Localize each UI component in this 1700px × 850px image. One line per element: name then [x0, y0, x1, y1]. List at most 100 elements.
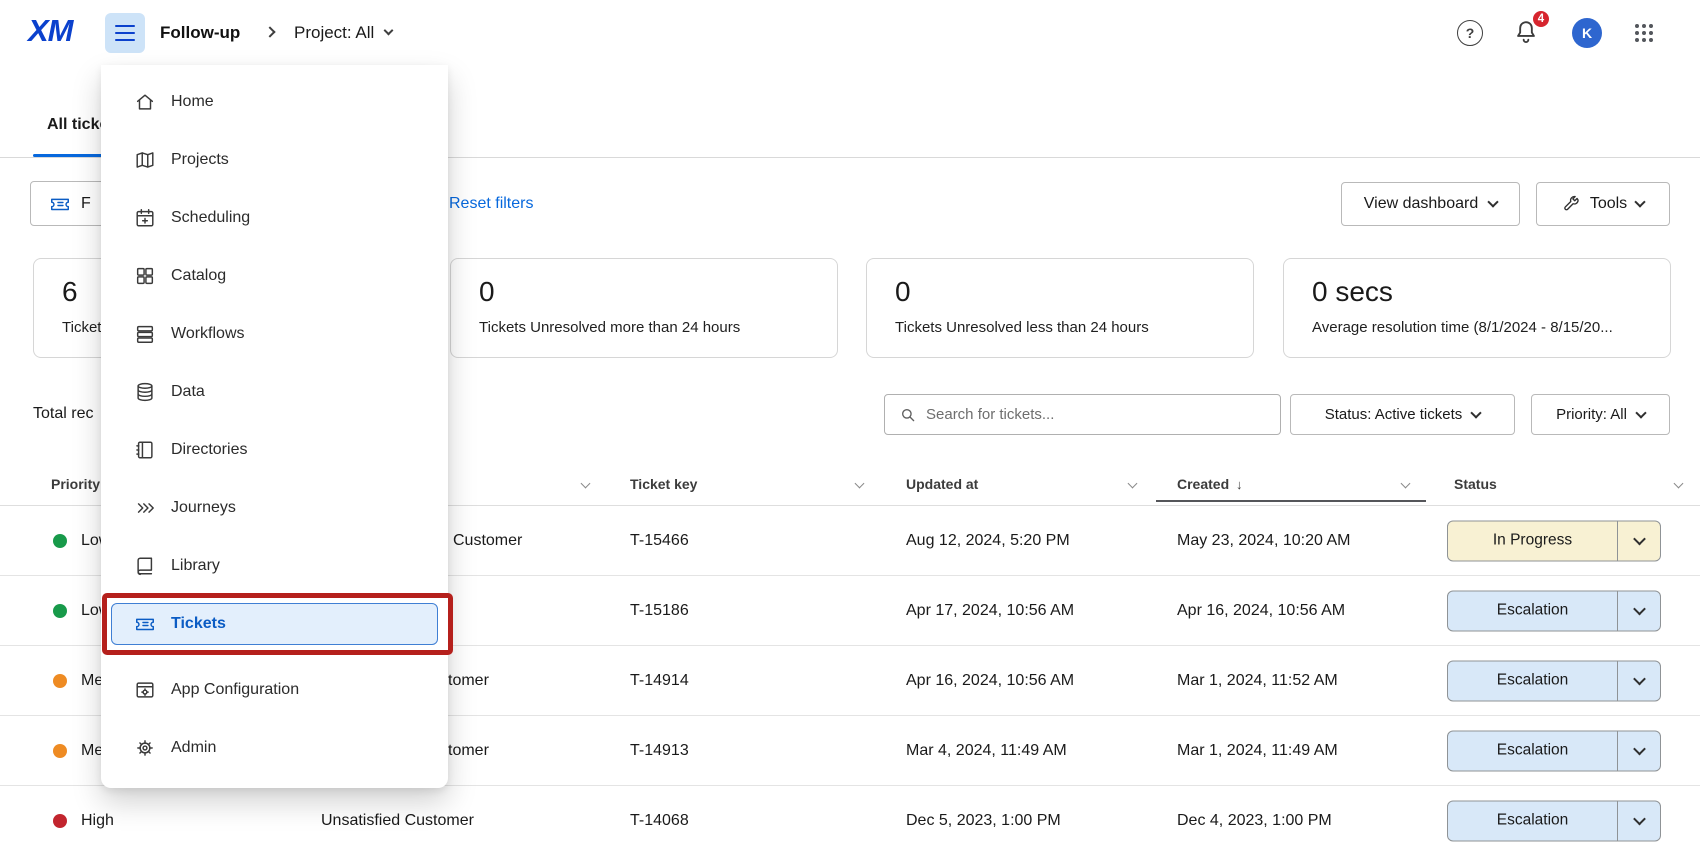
menu-item-data[interactable]: Data [101, 363, 448, 421]
journeys-icon [134, 497, 156, 519]
priority-cell: High [81, 812, 114, 830]
priority-filter-dropdown[interactable]: Priority: All [1531, 394, 1670, 435]
tools-button[interactable]: Tools [1536, 182, 1670, 226]
column-header-priority[interactable]: Priority [51, 476, 100, 492]
stat-card: 0 Tickets Unresolved more than 24 hours [450, 258, 838, 358]
menu-item-directories[interactable]: Directories [101, 421, 448, 479]
search-box[interactable] [884, 394, 1281, 435]
status-chevron-button[interactable] [1618, 661, 1660, 700]
help-button[interactable]: ? [1457, 20, 1483, 46]
chevron-down-icon [1488, 196, 1499, 207]
updated-at-cell: Dec 5, 2023, 1:00 PM [906, 812, 1061, 830]
priority-dot [53, 534, 67, 548]
column-menu-chevron-icon[interactable] [1401, 479, 1411, 489]
nav-menu-items: HomeProjectsSchedulingCatalogWorkflowsDa… [101, 73, 448, 777]
status-chevron-button[interactable] [1618, 521, 1660, 560]
status-dropdown[interactable]: Escalation [1447, 590, 1661, 631]
menu-item-projects[interactable]: Projects [101, 131, 448, 189]
global-nav-menu: HomeProjectsSchedulingCatalogWorkflowsDa… [101, 65, 448, 788]
column-header-updated-at[interactable]: Updated at [906, 476, 978, 492]
apps-grid-button[interactable] [1632, 21, 1656, 45]
data-icon [134, 381, 156, 403]
stat-card: 0 secsAverage resolution time (8/1/2024 … [1283, 258, 1671, 358]
menu-item-scheduling[interactable]: Scheduling [101, 189, 448, 247]
status-chevron-button[interactable] [1618, 801, 1660, 840]
stat-value: 0 [479, 276, 837, 308]
wrench-icon [1562, 195, 1581, 214]
column-menu-chevron-icon[interactable] [581, 479, 591, 489]
stat-label: Average resolution time (8/1/2024 - 8/15… [1312, 319, 1670, 336]
column-header-ticket-key[interactable]: Ticket key [630, 476, 697, 492]
admin-icon [134, 737, 156, 759]
total-records: Total rec [33, 405, 93, 423]
updated-at-cell: Apr 17, 2024, 10:56 AM [906, 602, 1074, 620]
table-row[interactable]: High Unsatisfied Customer T-14068 Dec 5,… [0, 786, 1700, 850]
tickets-icon [134, 613, 156, 635]
menu-item-library[interactable]: Library [101, 537, 448, 595]
workflows-icon [134, 323, 156, 345]
created-cell: Mar 1, 2024, 11:52 AM [1177, 672, 1338, 690]
status-dropdown[interactable]: In Progress [1447, 520, 1661, 561]
avatar[interactable]: K [1572, 18, 1602, 48]
created-cell: Apr 16, 2024, 10:56 AM [1177, 602, 1345, 620]
menu-item-home[interactable]: Home [101, 73, 448, 131]
column-header-created[interactable]: Created ↓ [1177, 476, 1243, 492]
stat-label: Tickets Unresolved more than 24 hours [479, 319, 837, 336]
column-menu-chevron-icon[interactable] [855, 479, 865, 489]
updated-at-cell: Apr 16, 2024, 10:56 AM [906, 672, 1074, 690]
xm-logo: XM [28, 13, 73, 49]
chevron-right-icon [264, 26, 275, 37]
tools-label: Tools [1590, 195, 1627, 213]
app-config-icon [134, 679, 156, 701]
chevron-down-icon [1633, 672, 1646, 685]
chevron-down-icon [384, 26, 394, 36]
stat-card: 0Tickets Unresolved less than 24 hours [866, 258, 1254, 358]
reset-filters-link[interactable]: Reset filters [449, 181, 533, 226]
status-dropdown[interactable]: Escalation [1447, 730, 1661, 771]
search-input[interactable] [926, 406, 1280, 423]
created-cell: Mar 1, 2024, 11:49 AM [1177, 742, 1338, 760]
search-icon [899, 406, 917, 424]
menu-item-workflows[interactable]: Workflows [101, 305, 448, 363]
project-selector-dropdown[interactable]: Project: All [294, 0, 392, 65]
created-cell: Dec 4, 2023, 1:00 PM [1177, 812, 1332, 830]
view-dashboard-button[interactable]: View dashboard [1341, 182, 1520, 226]
notifications-button[interactable]: 4 [1512, 18, 1542, 48]
global-nav-hamburger-button[interactable] [105, 13, 145, 53]
ticket-key-cell: T-14914 [630, 672, 689, 690]
home-icon [134, 91, 156, 113]
priority-dot [53, 604, 67, 618]
menu-item-journeys[interactable]: Journeys [101, 479, 448, 537]
ticket-key-cell: T-15466 [630, 532, 689, 550]
status-label: Escalation [1448, 812, 1617, 830]
filter-button-label: F [81, 195, 91, 213]
column-header-status[interactable]: Status [1454, 476, 1497, 492]
updated-at-cell: Aug 12, 2024, 5:20 PM [906, 532, 1070, 550]
menu-item-app-configuration[interactable]: App Configuration [101, 661, 448, 719]
chevron-down-icon [1633, 742, 1646, 755]
projects-icon [134, 149, 156, 171]
menu-item-admin[interactable]: Admin [101, 719, 448, 777]
status-dropdown[interactable]: Escalation [1447, 660, 1661, 701]
chevron-down-icon [1633, 532, 1646, 545]
status-label: In Progress [1448, 532, 1617, 550]
menu-item-tickets[interactable]: Tickets [101, 603, 448, 661]
priority-dot [53, 674, 67, 688]
status-chevron-button[interactable] [1618, 591, 1660, 630]
priority-dot [53, 744, 67, 758]
subject-cell: Customer [453, 532, 522, 550]
stat-label: Tickets Unresolved less than 24 hours [895, 319, 1253, 336]
library-icon [134, 555, 156, 577]
subject-cell: tomer [448, 742, 489, 760]
priority-filter-label: Priority: All [1556, 406, 1627, 423]
status-chevron-button[interactable] [1618, 731, 1660, 770]
breadcrumb-section-label: Follow-up [160, 0, 240, 65]
column-menu-chevron-icon[interactable] [1128, 479, 1138, 489]
subject-cell: tomer [448, 672, 489, 690]
status-filter-label: Status: Active tickets [1325, 406, 1463, 423]
menu-item-catalog[interactable]: Catalog [101, 247, 448, 305]
status-filter-dropdown[interactable]: Status: Active tickets [1290, 394, 1515, 435]
status-dropdown[interactable]: Escalation [1447, 800, 1661, 841]
column-menu-chevron-icon[interactable] [1674, 479, 1684, 489]
directories-icon [134, 439, 156, 461]
